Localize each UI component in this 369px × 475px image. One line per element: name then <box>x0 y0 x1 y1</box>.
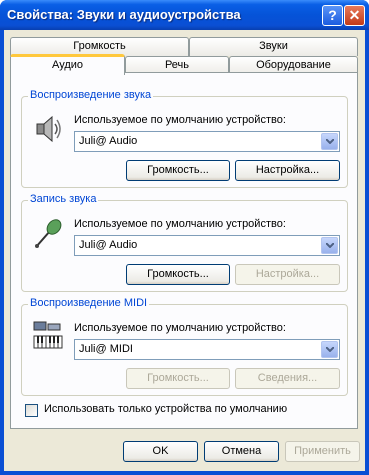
dialog-client: Громкость Звуки Аудио Речь Оборудование … <box>4 30 365 471</box>
help-button[interactable]: ? <box>322 5 343 26</box>
midi-volume-button[interactable]: Громкость... <box>126 368 230 389</box>
midi-device-select[interactable]: Juli@ MIDI <box>74 339 340 360</box>
playback-group: Воспроизведение звука Используемое по ум… <box>21 89 348 188</box>
title-bar[interactable]: Свойства: Звуки и аудиоустройства ? ✕ <box>0 0 369 30</box>
midi-group-title: Воспроизведение MIDI <box>28 297 150 309</box>
playback-volume-button[interactable]: Громкость... <box>126 160 230 181</box>
chevron-down-icon[interactable] <box>321 133 338 150</box>
default-only-checkbox[interactable] <box>25 404 38 417</box>
record-volume-button[interactable]: Громкость... <box>126 264 230 285</box>
playback-device-select[interactable]: Juli@ Audio <box>74 131 340 152</box>
close-button[interactable]: ✕ <box>344 5 365 26</box>
midi-group: Воспроизведение MIDI Используемое по умо… <box>21 297 348 396</box>
dialog-window: Свойства: Звуки и аудиоустройства ? ✕ Гр… <box>0 0 369 475</box>
audio-tab-panel: Воспроизведение звука Используемое по ум… <box>10 72 358 429</box>
record-device-select[interactable]: Juli@ Audio <box>74 235 340 256</box>
record-group-title: Запись звука <box>28 193 99 205</box>
midi-device-label: Используемое по умолчанию устройство: <box>74 322 286 334</box>
window-title: Свойства: Звуки и аудиоустройства <box>7 7 241 22</box>
chevron-down-icon[interactable] <box>321 341 338 358</box>
midi-info-button[interactable]: Сведения... <box>235 368 340 389</box>
microphone-icon <box>32 217 64 249</box>
speaker-icon <box>32 113 64 145</box>
apply-button[interactable]: Применить <box>285 441 360 462</box>
record-group: Запись звука Используемое по умолчанию у… <box>21 193 348 292</box>
record-device-value: Juli@ Audio <box>79 239 138 251</box>
playback-device-label: Используемое по умолчанию устройство: <box>74 114 286 126</box>
cancel-button[interactable]: Отмена <box>204 441 279 462</box>
chevron-down-icon[interactable] <box>321 237 338 254</box>
playback-group-title: Воспроизведение звука <box>28 89 154 101</box>
playback-device-value: Juli@ Audio <box>79 135 138 147</box>
midi-keyboard-icon <box>32 319 64 351</box>
record-settings-button[interactable]: Настройка... <box>235 264 340 285</box>
default-only-label[interactable]: Использовать только устройства по умолча… <box>44 403 287 415</box>
record-device-label: Используемое по умолчанию устройство: <box>74 218 286 230</box>
playback-settings-button[interactable]: Настройка... <box>235 160 340 181</box>
tab-audio[interactable]: Аудио <box>10 54 125 75</box>
midi-device-value: Juli@ MIDI <box>79 343 133 355</box>
tab-sounds[interactable]: Звуки <box>189 37 358 56</box>
ok-button[interactable]: OK <box>123 441 198 462</box>
